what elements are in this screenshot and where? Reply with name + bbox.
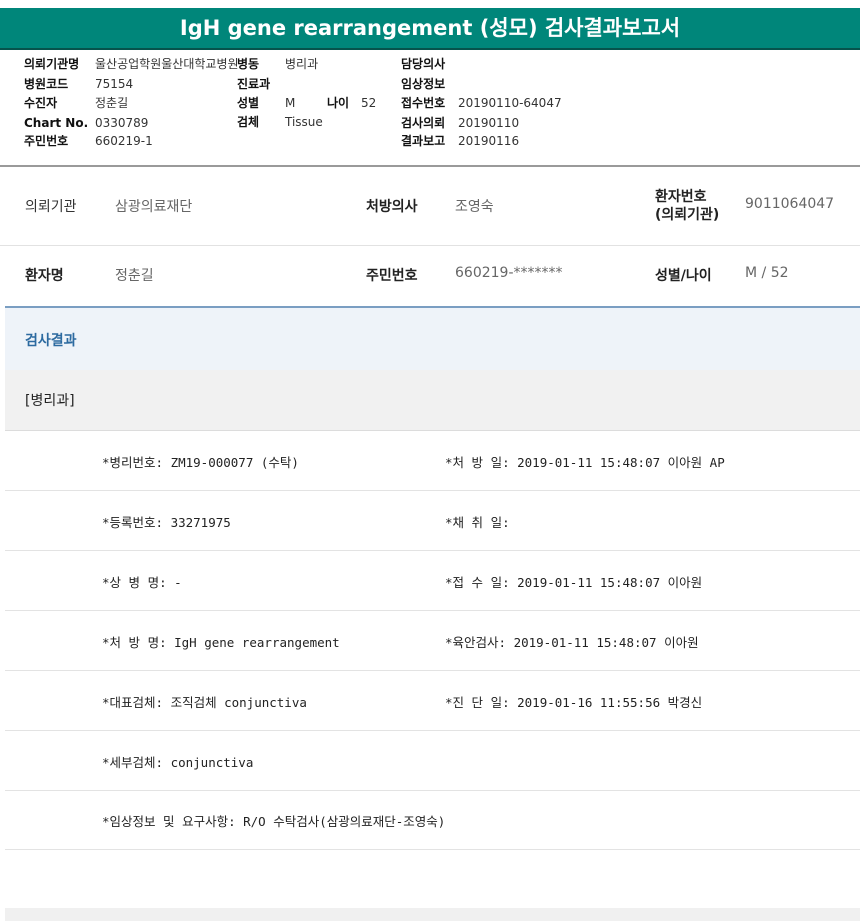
value-prescriber: 조영숙 <box>455 199 494 215</box>
report-header: 의뢰기관명 울산공업학원울산대학교병원 병원코드 75154 수진자 정춘길 C… <box>0 48 860 167</box>
header-value-patient: 정춘길 <box>95 96 129 110</box>
header-label-clinical-info: 임상정보 <box>401 77 446 91</box>
label-prescriber: 처방의사 <box>366 199 418 215</box>
result-right: *육안검사: 2019-01-11 15:48:07 이아원 <box>445 635 699 650</box>
results-section-header: 검사결과 <box>5 306 860 372</box>
department-row: [병리과] <box>5 370 860 431</box>
header-value-receipt-no: 20190110-64047 <box>458 96 562 110</box>
result-left: *대표검체: 조직검체 conjunctiva <box>102 695 307 710</box>
header-value-specimen: Tissue <box>285 115 323 129</box>
header-value-institution: 울산공업학원울산대학교병원 <box>95 57 239 71</box>
header-label-specimen: 검체 <box>237 115 260 129</box>
value-sex-age: M / 52 <box>745 265 789 281</box>
header-value-ward: 병리과 <box>285 57 319 71</box>
info-row-requester: 의뢰기관 삼광의료재단 처방의사 조영숙 환자번호 (의뢰기관) 9011064… <box>0 183 860 246</box>
header-value-age: 52 <box>361 96 377 110</box>
value-patient-number: 9011064047 <box>745 196 835 212</box>
header-label-institution: 의뢰기관명 <box>24 57 80 71</box>
label-ssn: 주민번호 <box>366 268 418 284</box>
result-right: *진 단 일: 2019-01-16 11:55:56 박경신 <box>445 695 703 710</box>
result-right: *처 방 일: 2019-01-11 15:48:07 이아원 AP <box>445 455 725 470</box>
label-patient-number-sub: (의뢰기관) <box>655 207 720 223</box>
department-label: [병리과] <box>25 393 75 409</box>
result-left: *처 방 명: IgH gene rearrangement <box>102 635 340 650</box>
header-label-chart-no: Chart No. <box>24 116 89 130</box>
header-label-age: 나이 <box>327 96 350 110</box>
result-row: *등록번호: 33271975 *채 취 일: <box>5 491 860 551</box>
result-row: *병리번호: ZM19-000077 (수탁) *처 방 일: 2019-01-… <box>5 431 860 491</box>
value-ssn: 660219-******* <box>455 265 563 281</box>
result-row: *대표검체: 조직검체 conjunctiva *진 단 일: 2019-01-… <box>5 671 860 731</box>
result-row: *임상정보 및 요구사항: R/O 수탁검사(삼광의료재단-조영숙) <box>5 790 860 850</box>
result-left: *상 병 명: - <box>102 575 182 590</box>
result-right: *접 수 일: 2019-01-11 15:48:07 이아원 <box>445 575 703 590</box>
result-row: *상 병 명: - *접 수 일: 2019-01-11 15:48:07 이아… <box>5 551 860 611</box>
label-requesting-org: 의뢰기관 <box>25 199 77 215</box>
label-sex-age: 성별/나이 <box>655 268 712 284</box>
header-value-ssn: 660219-1 <box>95 134 153 148</box>
report-title: IgH gene rearrangement (성모) 검사결과보고서 <box>0 8 860 50</box>
header-label-request-date: 검사의뢰 <box>401 116 446 130</box>
header-value-request-date: 20190110 <box>458 116 520 130</box>
footer-bar <box>5 908 860 921</box>
label-patient-name: 환자명 <box>25 268 64 284</box>
results-section-title: 검사결과 <box>25 333 77 349</box>
result-left: *세부검체: conjunctiva <box>102 755 254 770</box>
result-left: *임상정보 및 요구사항: R/O 수탁검사(삼광의료재단-조영숙) <box>102 814 446 829</box>
header-label-hospital-code: 병원코드 <box>24 77 69 91</box>
value-requesting-org: 삼광의료재단 <box>115 199 193 215</box>
header-value-sex: M <box>285 96 296 110</box>
header-value-report-date: 20190116 <box>458 134 520 148</box>
header-label-ward: 병동 <box>237 57 260 71</box>
label-patient-number: 환자번호 <box>655 189 707 205</box>
header-label-patient: 수진자 <box>24 96 58 110</box>
result-left: *병리번호: ZM19-000077 (수탁) <box>102 455 299 470</box>
header-label-department: 진료과 <box>237 77 271 91</box>
header-label-ssn: 주민번호 <box>24 134 69 148</box>
value-patient-name: 정춘길 <box>115 268 154 284</box>
result-left: *등록번호: 33271975 <box>102 515 231 530</box>
header-label-doctor: 담당의사 <box>401 57 446 71</box>
header-label-report-date: 결과보고 <box>401 134 446 148</box>
result-row: *처 방 명: IgH gene rearrangement *육안검사: 20… <box>5 611 860 671</box>
header-value-hospital-code: 75154 <box>95 77 134 91</box>
result-right: *채 취 일: <box>445 515 510 530</box>
header-value-chart-no: 0330789 <box>95 116 149 130</box>
result-row: *세부검체: conjunctiva <box>5 731 860 791</box>
info-row-patient: 환자명 정춘길 주민번호 660219-******* 성별/나이 M / 52 <box>0 246 860 304</box>
header-label-receipt-no: 접수번호 <box>401 96 446 110</box>
header-label-sex: 성별 <box>237 96 260 110</box>
